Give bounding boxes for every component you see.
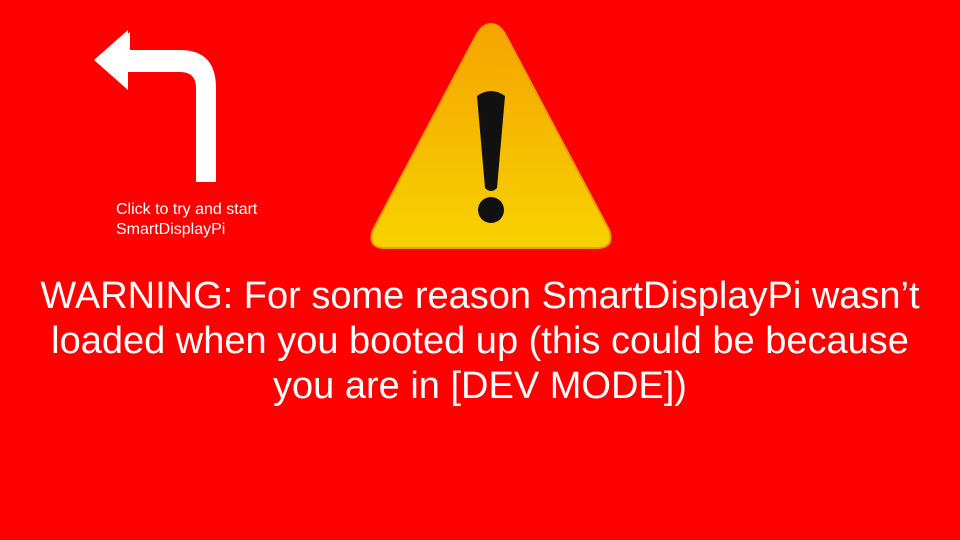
warning-triangle-icon xyxy=(365,18,617,254)
warning-screen: { "back_button": { "icon": "turn-left-ar… xyxy=(0,0,960,540)
turn-left-arrow-icon[interactable] xyxy=(92,28,222,184)
start-hint-label: Click to try and start SmartDisplayPi xyxy=(116,201,258,238)
start-smartdisplaypi-button[interactable] xyxy=(92,28,222,184)
warning-message: WARNING: For some reason SmartDisplayPi … xyxy=(40,275,920,407)
